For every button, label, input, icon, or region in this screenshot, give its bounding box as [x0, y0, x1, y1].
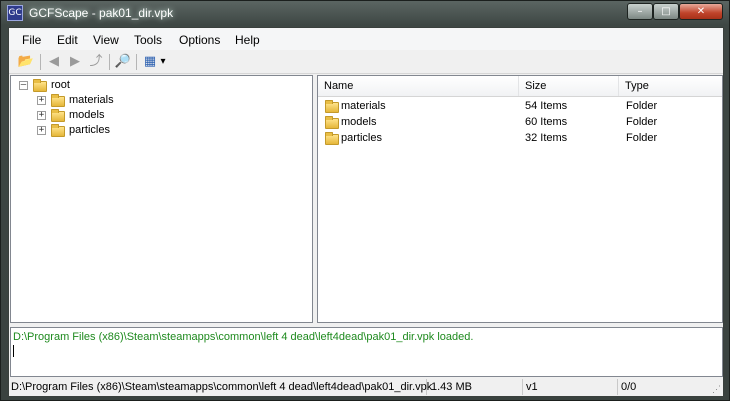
list-header: Name Size Type	[318, 76, 722, 97]
folder-icon	[325, 100, 339, 113]
item-size: 60 Items	[525, 116, 568, 128]
folder-icon	[51, 124, 65, 137]
tree-node-particles[interactable]: + particles	[11, 124, 311, 138]
item-type: Folder	[626, 116, 658, 128]
gcfscape-app-icon[interactable]: GC	[7, 5, 23, 21]
file-list[interactable]: Name Size Type materials 54 Items Folder…	[317, 75, 723, 323]
status-count: 0/0	[621, 381, 637, 393]
menu-edit[interactable]: Edit	[57, 33, 78, 47]
toolbar: 📂 ◀ ▶ ⤴ 🔎 ▦ ▾	[9, 51, 723, 74]
item-type: Folder	[626, 100, 658, 112]
list-item[interactable]: models 60 Items Folder	[318, 115, 722, 131]
back-icon[interactable]: ◀	[45, 53, 63, 71]
list-item[interactable]: particles 32 Items Folder	[318, 131, 722, 147]
expand-icon[interactable]: +	[37, 126, 46, 135]
text-caret	[13, 345, 14, 357]
item-size: 32 Items	[525, 132, 568, 144]
menu-tools[interactable]: Tools	[134, 33, 162, 47]
resize-grip-icon[interactable]: ⋰	[709, 383, 721, 395]
status-version: v1	[524, 379, 618, 395]
up-icon[interactable]: ⤴	[87, 53, 105, 71]
maximize-button[interactable]: □	[653, 3, 679, 20]
forward-icon[interactable]: ▶	[66, 53, 84, 71]
view-mode-icon[interactable]: ▦	[141, 53, 159, 71]
menu-options[interactable]: Options	[179, 33, 220, 47]
folder-tree[interactable]: – root + materials + models + particles	[10, 75, 313, 323]
title-bar[interactable]: GC GCFScape - pak01_dir.vpk – □ ✕	[1, 1, 729, 25]
folder-icon	[51, 94, 65, 107]
search-icon[interactable]: 🔎	[114, 53, 132, 71]
item-size: 54 Items	[525, 100, 568, 112]
client-area: File Edit View Tools Options Help 📂 ◀ ▶ …	[8, 27, 724, 397]
column-header-type[interactable]: Type	[619, 76, 722, 96]
status-bar: D:\Program Files (x86)\Steam\steamapps\c…	[9, 378, 723, 396]
item-name: particles	[341, 132, 382, 144]
close-button[interactable]: ✕	[679, 3, 723, 20]
toolbar-separator	[109, 54, 110, 70]
status-path: D:\Program Files (x86)\Steam\steamapps\c…	[11, 379, 433, 395]
status-size: 1.43 MB	[429, 379, 523, 395]
folder-icon	[51, 109, 65, 122]
menu-file[interactable]: File	[22, 33, 41, 47]
minimize-button[interactable]: –	[627, 3, 653, 20]
expand-icon[interactable]: +	[37, 96, 46, 105]
tree-node-label: particles	[69, 124, 110, 136]
menu-view[interactable]: View	[93, 33, 119, 47]
tree-node-models[interactable]: + models	[11, 109, 311, 123]
item-name: materials	[341, 100, 386, 112]
menu-bar: File Edit View Tools Options Help	[9, 28, 723, 50]
collapse-icon[interactable]: –	[19, 81, 28, 90]
console-log[interactable]: D:\Program Files (x86)\Steam\steamapps\c…	[10, 327, 723, 377]
tree-node-label: materials	[69, 94, 114, 106]
tree-node-label: models	[69, 109, 105, 121]
column-header-name[interactable]: Name	[318, 76, 519, 96]
item-type: Folder	[626, 132, 658, 144]
toolbar-separator	[136, 54, 137, 70]
tree-node-root[interactable]: – root	[11, 79, 311, 93]
list-item[interactable]: materials 54 Items Folder	[318, 99, 722, 115]
tree-node-materials[interactable]: + materials	[11, 94, 311, 108]
log-line: D:\Program Files (x86)\Steam\steamapps\c…	[13, 331, 474, 343]
folder-icon	[325, 132, 339, 145]
folder-icon	[325, 116, 339, 129]
menu-help[interactable]: Help	[235, 33, 260, 47]
item-name: models	[341, 116, 377, 128]
application-window: GC GCFScape - pak01_dir.vpk – □ ✕ File E…	[0, 0, 730, 401]
column-header-size[interactable]: Size	[519, 76, 619, 96]
toolbar-separator	[40, 54, 41, 70]
window-title: GCFScape - pak01_dir.vpk	[29, 6, 174, 20]
folder-icon	[33, 79, 47, 92]
tree-node-label: root	[51, 79, 70, 91]
expand-icon[interactable]: +	[37, 111, 46, 120]
dropdown-arrow-icon[interactable]: ▾	[158, 53, 168, 71]
open-folder-icon[interactable]: 📂	[17, 53, 35, 71]
